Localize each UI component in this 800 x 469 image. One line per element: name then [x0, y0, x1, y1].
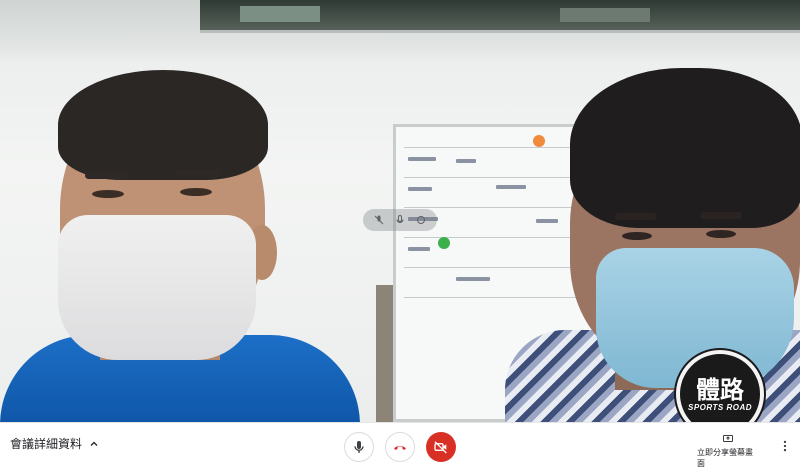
meeting-details-button[interactable]: 會議詳細資料 — [10, 435, 100, 452]
ceiling-window — [200, 0, 800, 33]
logo-sub-text: SPORTS ROAD — [687, 402, 753, 412]
video-feed: 體路 SPORTS ROAD — [0, 0, 800, 422]
more-options-icon[interactable] — [778, 437, 792, 455]
camera-button[interactable] — [426, 432, 456, 462]
door-frame — [376, 285, 394, 422]
microphone-icon — [354, 441, 364, 453]
meeting-control-bar: 會議詳細資料 立即分享螢幕畫面 — [0, 422, 800, 468]
mute-indicator — [363, 209, 437, 231]
ceiling — [0, 0, 800, 66]
chevron-up-icon — [90, 441, 98, 446]
logo-main-text: 體路 — [696, 374, 744, 404]
hangup-button[interactable] — [385, 432, 415, 462]
present-now-label: 立即分享螢幕畫面 — [697, 448, 753, 468]
microphone-button[interactable] — [344, 432, 374, 462]
mic-icon — [396, 214, 404, 223]
left-person-mask — [58, 215, 256, 360]
present-now-button[interactable]: 立即分享螢幕畫面 — [697, 433, 759, 469]
green-magnet — [438, 237, 450, 249]
mic-off-icon — [374, 215, 384, 225]
circle-icon — [416, 216, 425, 224]
orange-magnet — [533, 135, 545, 147]
camera-off-icon — [434, 441, 447, 454]
hangup-icon — [394, 445, 406, 450]
meeting-details-label: 會議詳細資料 — [10, 437, 83, 451]
present-screen-icon — [723, 435, 733, 442]
